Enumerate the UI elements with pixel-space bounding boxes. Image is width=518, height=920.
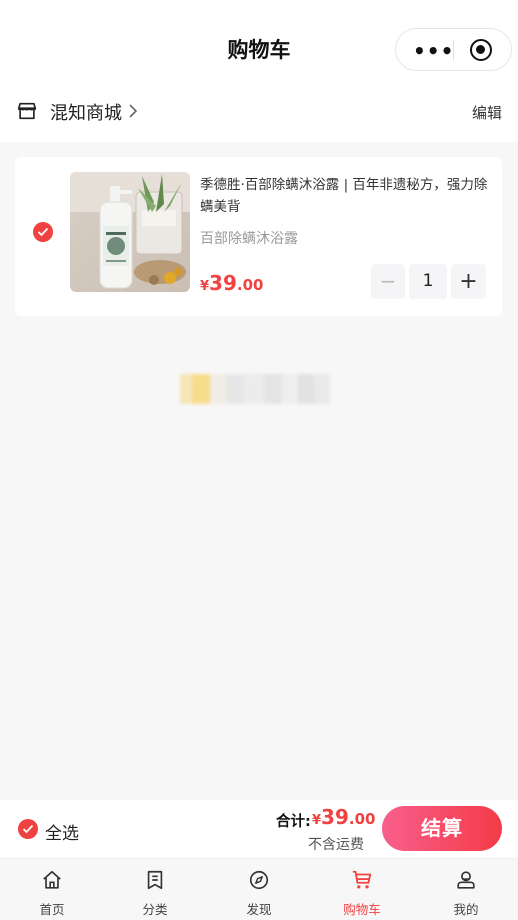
store-icon (17, 102, 37, 120)
decrease-quantity-button[interactable]: − (371, 264, 405, 299)
compass-icon (249, 870, 269, 890)
checkout-button[interactable]: 结算 (382, 806, 502, 851)
edit-button[interactable]: 编辑 (472, 102, 502, 123)
tab-profile[interactable]: 我的 (414, 859, 518, 920)
shower-gel-bottle-image (70, 172, 190, 292)
product-title[interactable]: 季德胜·百部除螨沐浴露 | 百年非遗秘方，强力除螨美背 (200, 174, 492, 218)
tab-label: 分类 (142, 902, 168, 917)
chevron-right-icon[interactable] (128, 104, 138, 118)
tab-label: 购物车 (343, 902, 381, 917)
product-spec: 百部除螨沐浴露 (200, 231, 298, 247)
home-icon (43, 870, 61, 889)
header-bar: 购物车 ••• (0, 0, 518, 96)
capsule-divider (453, 40, 454, 61)
more-dots-icon[interactable]: ••• (413, 39, 454, 63)
checkout-bar: 全选 合计: ¥39.00 不含运费 结算 (0, 800, 518, 858)
increase-quantity-button[interactable]: + (451, 264, 486, 299)
target-icon[interactable] (470, 39, 492, 61)
checkmark-icon (22, 824, 34, 834)
select-all-checkbox[interactable] (18, 819, 38, 839)
profile-icon (457, 871, 475, 889)
blurred-placeholder (180, 374, 330, 404)
tab-home[interactable]: 首页 (0, 859, 104, 920)
total-decimal: .00 (348, 810, 376, 828)
tab-label: 首页 (39, 902, 65, 917)
cart-item-card: 季德胜·百部除螨沐浴露 | 百年非遗秘方，强力除螨美背 百部除螨沐浴露 ¥39.… (15, 157, 502, 316)
total-integer: 39 (321, 805, 349, 829)
tab-category[interactable]: 分类 (103, 859, 207, 920)
quantity-stepper: − 1 + (371, 264, 487, 299)
total-label: 合计: (276, 814, 311, 830)
cart-icon (352, 870, 372, 889)
bottom-tab-bar: 首页 分类 发现 购物车 我的 (0, 858, 518, 920)
miniprogram-capsule: ••• (395, 28, 512, 71)
total-currency: ¥ (312, 813, 322, 828)
tab-label: 发现 (246, 902, 272, 917)
category-icon (147, 870, 163, 890)
cart-page: 购物车 ••• 混知商城 编辑 季德胜·百部除螨沐浴露 | 百年非遗秘方，强力除… (0, 0, 518, 920)
tab-cart[interactable]: 购物车 (310, 859, 414, 920)
price-integer: 39 (209, 271, 237, 295)
select-all-label[interactable]: 全选 (45, 819, 79, 844)
item-checkbox[interactable] (33, 222, 53, 242)
store-name[interactable]: 混知商城 (50, 99, 122, 125)
price-currency: ¥ (200, 279, 210, 294)
tab-label: 我的 (453, 902, 479, 917)
shipping-note: 不含运费 (308, 837, 364, 853)
product-image[interactable] (70, 172, 190, 292)
product-price: ¥39.00 (200, 271, 263, 295)
checkmark-icon (37, 227, 49, 237)
quantity-value[interactable]: 1 (409, 264, 447, 299)
tab-discover[interactable]: 发现 (207, 859, 311, 920)
total-price: ¥39.00 (312, 805, 375, 829)
price-decimal: .00 (236, 276, 264, 294)
store-row: 混知商城 编辑 (0, 96, 518, 142)
